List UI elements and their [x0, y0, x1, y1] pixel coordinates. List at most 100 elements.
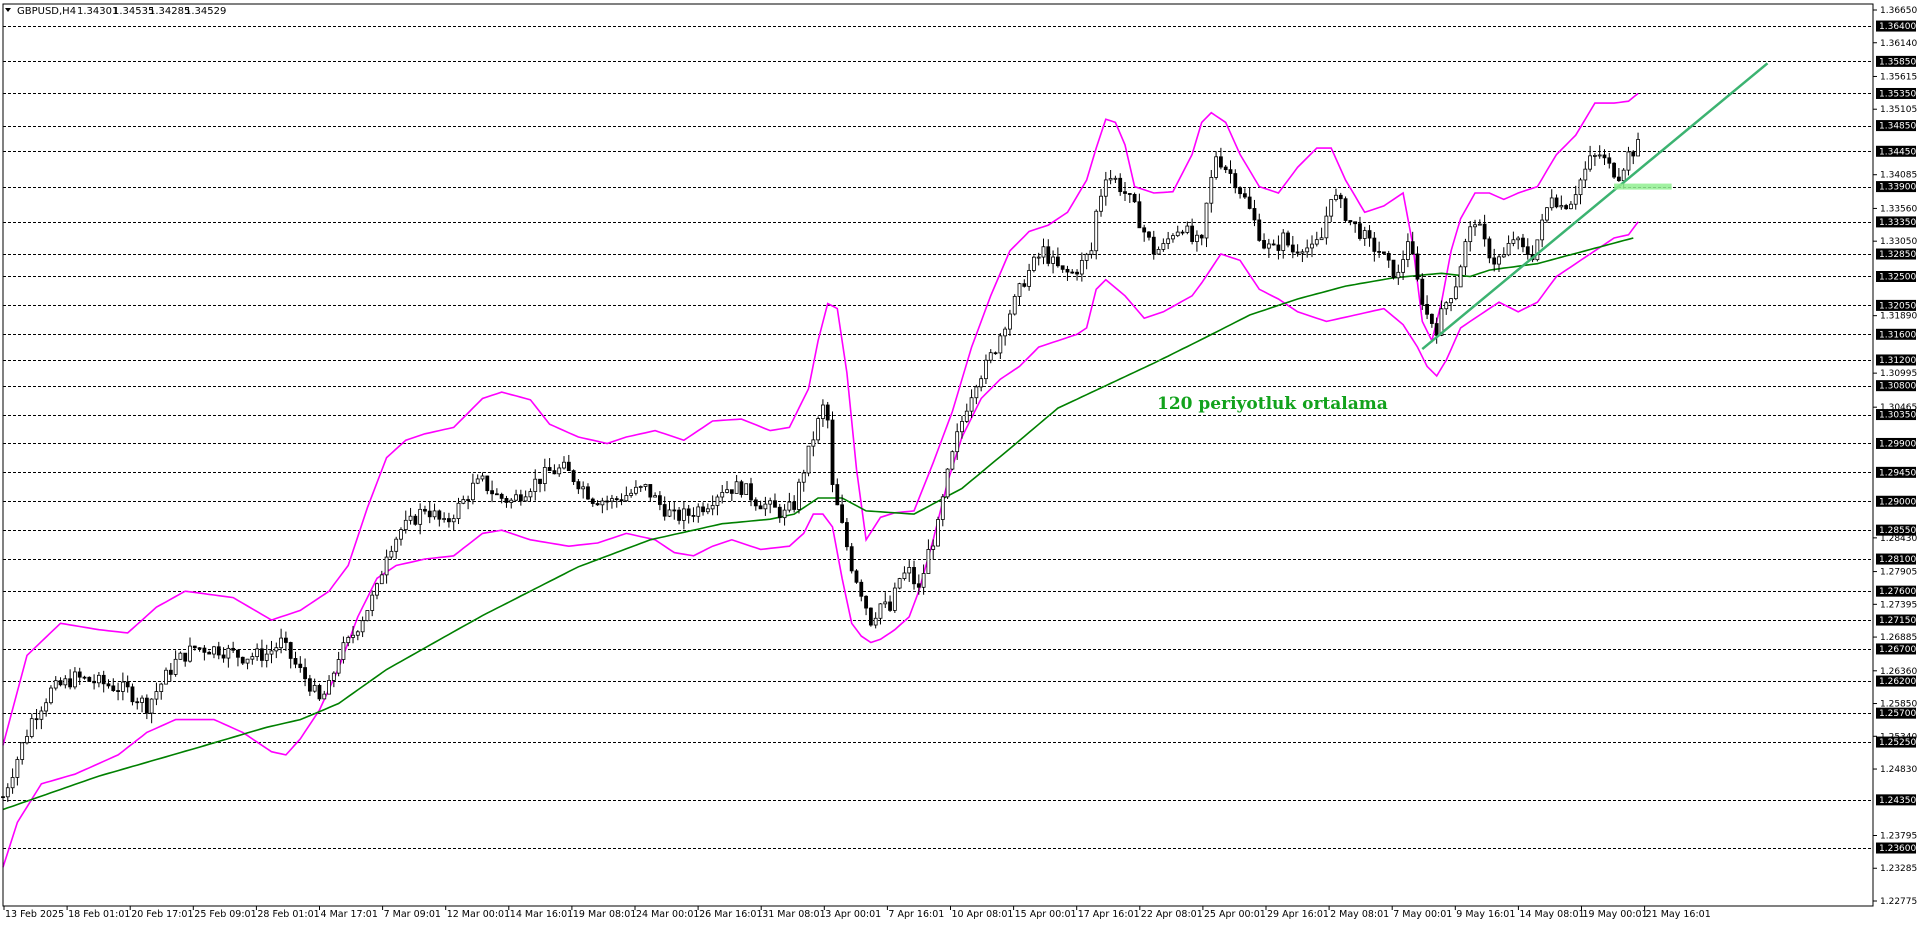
symbol-label: GBPUSD,H4 — [17, 6, 76, 17]
candle-body — [1501, 254, 1506, 258]
level-tag-label: 1.35850 — [1879, 57, 1916, 67]
candle — [226, 644, 231, 668]
candle-body — [1031, 256, 1036, 271]
candle — [926, 539, 931, 574]
candle — [384, 549, 389, 584]
candle — [542, 458, 547, 492]
candle — [801, 469, 806, 492]
candle-body — [753, 499, 758, 507]
candle — [1338, 192, 1343, 209]
candle — [897, 577, 902, 590]
candle-body — [240, 656, 245, 664]
candle — [1147, 231, 1151, 241]
price-chart[interactable]: 1.36650 1.36140 1.35615 1.35105 1.34085 1.335… — [0, 0, 1920, 927]
candle — [844, 517, 849, 551]
candle — [1501, 247, 1506, 258]
candle-body — [427, 510, 432, 518]
collapse-triangle-icon[interactable] — [5, 8, 11, 12]
candle — [514, 489, 518, 502]
candle — [533, 469, 538, 501]
candle-body — [1204, 202, 1209, 239]
candle-body — [1017, 283, 1022, 297]
candle-body — [255, 648, 260, 657]
candle — [82, 675, 87, 680]
candle — [15, 756, 20, 786]
candle-body — [101, 674, 106, 685]
candle-body — [729, 489, 734, 494]
candle-body — [1377, 251, 1382, 253]
candle-body — [1607, 157, 1612, 164]
candles — [1, 132, 1640, 802]
candle-body — [1214, 156, 1219, 178]
candle — [58, 677, 63, 687]
candle — [164, 667, 168, 685]
candle-body — [212, 646, 216, 655]
candle-body — [116, 690, 120, 692]
y-tick-label: 1.36140 — [1880, 39, 1917, 49]
candle-body — [1444, 302, 1449, 310]
candle-body — [1161, 243, 1166, 250]
candle — [1127, 193, 1132, 203]
level-tag-label: 1.29000 — [1879, 497, 1916, 507]
level-tag-label: 1.30800 — [1879, 382, 1916, 392]
candle — [1405, 233, 1410, 268]
trendline-group[interactable] — [1421, 62, 1769, 351]
y-tick-label: 1.22775 — [1880, 897, 1917, 907]
candle-body — [1108, 178, 1113, 181]
candle-body — [1535, 239, 1540, 261]
candle — [1132, 192, 1137, 204]
candle — [806, 445, 811, 477]
y-tick-label: 1.27905 — [1880, 568, 1917, 578]
x-tick-label: 24 Mar 00:01 — [636, 909, 699, 920]
y-tick-label: 1.27395 — [1880, 600, 1917, 610]
x-tick-label: 15 Apr 00:01 — [1015, 909, 1077, 920]
candle-body — [1401, 259, 1406, 273]
candle — [1631, 150, 1636, 165]
candle — [821, 399, 825, 427]
candle-body — [317, 684, 322, 700]
candle — [998, 333, 1003, 360]
level-tag-label: 1.35350 — [1879, 89, 1916, 99]
candle-body — [499, 493, 504, 499]
level-tag-label: 1.33900 — [1879, 183, 1916, 193]
candle — [509, 497, 514, 509]
candle — [1540, 213, 1545, 248]
ma-120-line — [2, 237, 1634, 811]
candle — [725, 481, 729, 494]
candle-body — [68, 678, 73, 688]
candle-body — [1386, 253, 1391, 261]
candle-body — [773, 500, 777, 508]
candle — [1228, 160, 1233, 184]
candle-body — [1271, 243, 1276, 246]
level-tag-label: 1.23600 — [1879, 844, 1916, 854]
level-tag-label: 1.26700 — [1879, 645, 1916, 655]
candle-body — [691, 515, 696, 517]
candle-body — [979, 378, 984, 388]
candle — [1334, 188, 1338, 202]
candle-body — [226, 647, 231, 659]
candle — [1055, 247, 1060, 268]
candle — [945, 468, 950, 500]
candle — [159, 682, 164, 700]
candle-body — [1295, 251, 1300, 254]
candle-body — [1583, 168, 1588, 181]
candle — [1238, 186, 1242, 199]
y-tick-label: 1.26885 — [1880, 633, 1917, 643]
level-tag-label: 1.32050 — [1879, 301, 1916, 311]
candle-body — [456, 502, 461, 520]
candle — [1415, 246, 1420, 282]
candle — [178, 651, 183, 660]
candle-body — [250, 656, 255, 660]
x-tick-label: 26 Mar 16:01 — [699, 909, 762, 920]
candle-body — [188, 645, 192, 662]
candle-body — [624, 495, 629, 502]
candle-body — [662, 504, 667, 517]
candle — [365, 610, 370, 622]
candle-body — [336, 659, 341, 674]
candle-body — [984, 359, 988, 380]
candle-body — [523, 496, 528, 502]
candle — [1444, 301, 1449, 315]
candle-body — [442, 518, 447, 520]
candle-body — [825, 404, 830, 421]
candle-body — [1070, 271, 1075, 274]
